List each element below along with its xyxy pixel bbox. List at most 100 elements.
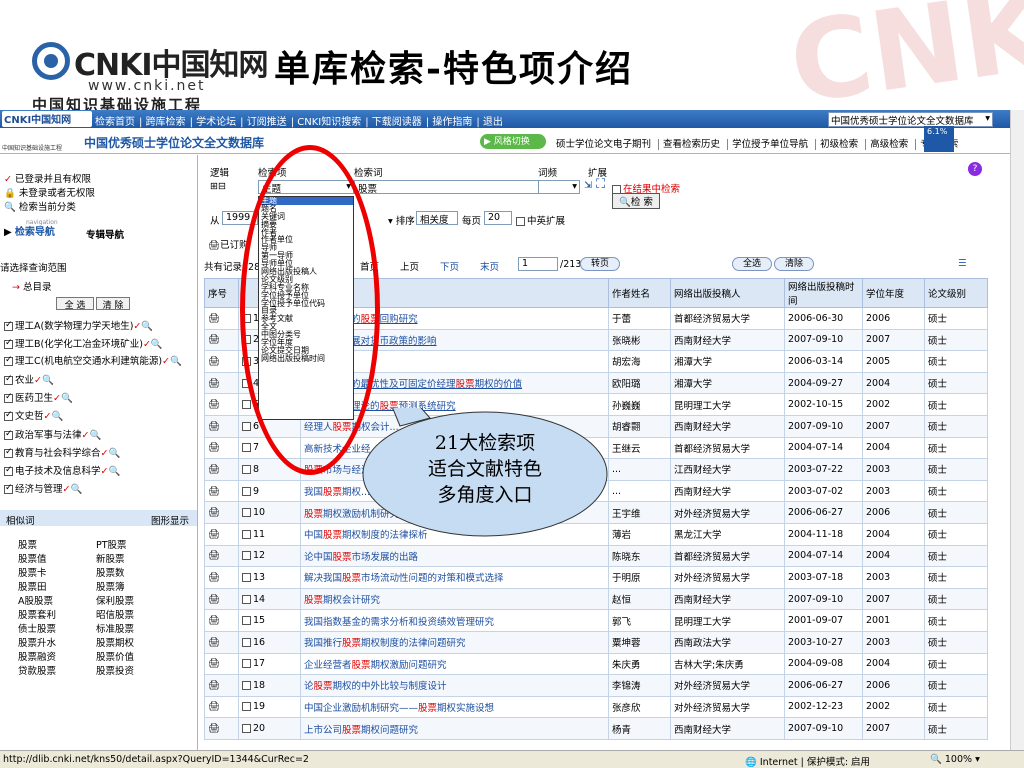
row-index[interactable]: 17 (238, 652, 301, 676)
zoom-level[interactable]: 🔍 100% ▾ (930, 754, 980, 765)
col-header-level[interactable]: 论文级别 (924, 278, 988, 308)
related-word[interactable]: 股票投资 (96, 663, 134, 677)
table-row[interactable]: 🖨 17 企业经营者股票期权激励问题研究 朱庆勇 吉林大学;朱庆勇 2004-09-08 2… (204, 652, 988, 676)
nav-link-forum[interactable]: 学术论坛 (196, 117, 236, 128)
print-icon[interactable]: 🖨 (208, 442, 220, 453)
print-icon[interactable]: 🖨 (208, 507, 220, 518)
related-word[interactable]: 股票套利 (18, 607, 56, 621)
row-checkbox[interactable] (242, 724, 251, 734)
print-icon[interactable]: 🖨 (208, 594, 220, 605)
page-input[interactable]: 1 (518, 257, 558, 271)
expand-icon[interactable]: ⛶ (596, 177, 605, 192)
row-tools[interactable]: 🖨 (204, 414, 239, 438)
category-item[interactable]: 理工A(数学物理力学天地生)✓🔍 (4, 318, 153, 332)
row-checkbox[interactable] (242, 659, 251, 669)
row-checkbox[interactable] (242, 529, 251, 539)
related-word[interactable]: 股票升水 (18, 635, 56, 649)
row-tools[interactable]: 🖨 (204, 436, 239, 460)
link-ejournal[interactable]: 硕士学位论文电子期刊 (552, 139, 655, 150)
row-title[interactable]: 中国企业激励机制研究——股票期权实施设想 (300, 695, 609, 719)
list-view-icon[interactable]: ☰ (958, 258, 967, 269)
row-tools[interactable]: 🖨 (204, 695, 239, 719)
row-title[interactable]: 股票期权会计研究 (300, 587, 609, 611)
row-index[interactable]: 9 (238, 479, 301, 503)
root-catalog[interactable]: → 总目录 (12, 279, 52, 293)
row-checkbox[interactable] (242, 616, 251, 626)
related-word[interactable]: PT股票 (96, 537, 127, 551)
next-page-link[interactable]: 下页 (440, 259, 459, 273)
category-item[interactable]: 医药卫生✓🔍 (4, 390, 73, 404)
table-row[interactable]: 🖨 16 我国推行股票期权制度的法律问题研究 粟坤蓉 西南政法大学 2003-10-27 2… (204, 630, 988, 654)
row-checkbox[interactable] (242, 572, 251, 582)
row-tools[interactable]: 🖨 (204, 566, 239, 589)
print-icon[interactable]: 🖨 (208, 378, 220, 389)
print-icon[interactable]: 🖨 (208, 615, 220, 626)
per-page-select[interactable]: 20 (484, 211, 512, 225)
print-icon[interactable]: 🖨 (208, 550, 220, 561)
row-checkbox[interactable] (242, 443, 251, 453)
category-item[interactable]: 文史哲✓🔍 (4, 408, 63, 422)
row-index[interactable]: 18 (238, 674, 301, 697)
related-word[interactable]: 股票数 (96, 565, 125, 579)
add-remove-row-icons[interactable]: ⊞⊟ (210, 181, 226, 192)
row-index[interactable]: 11 (238, 522, 301, 546)
row-tools[interactable]: 🖨 (204, 371, 239, 395)
category-item[interactable]: 理工B(化学化工冶金环境矿业)✓🔍 (4, 336, 163, 350)
nav-link-guide[interactable]: 操作指南 (432, 117, 472, 128)
table-row[interactable]: 🖨 18 论股票期权的中外比较与制度设计 李锦涛 对外经济贸易大学 2006-06-27 2… (204, 674, 988, 697)
row-index[interactable]: 15 (238, 609, 301, 632)
style-switch-button[interactable]: ▶ 风格切换 (480, 134, 546, 149)
print-icon[interactable]: 🖨 (208, 680, 220, 691)
related-word[interactable]: 股票田 (18, 579, 47, 593)
row-tools[interactable]: 🖨 (204, 544, 239, 568)
row-title[interactable]: 企业经营者股票期权激励问题研究 (300, 652, 609, 676)
row-checkbox[interactable] (242, 508, 251, 518)
row-index[interactable]: 14 (238, 587, 301, 611)
row-title[interactable]: 解决我国股票市场流动性问题的对策和模式选择 (300, 566, 609, 589)
special-nav-tab[interactable]: 专辑导航 (86, 227, 124, 241)
print-icon[interactable]: 🖨 (208, 637, 220, 648)
select-all-button[interactable]: 全 选 (56, 297, 94, 311)
table-row[interactable]: 🖨 20 上市公司股票期权问题研究 杨青 西南财经大学 2007-09-10 2007 硕士 (204, 717, 988, 740)
search-button[interactable]: 🔍检 索 (612, 193, 660, 209)
category-item[interactable]: 农业✓🔍 (4, 372, 54, 386)
row-index[interactable]: 16 (238, 630, 301, 654)
row-tools[interactable]: 🖨 (204, 307, 239, 330)
print-icon[interactable]: 🖨 (208, 658, 220, 669)
col-header-year[interactable]: 学位年度 (862, 278, 925, 308)
print-icon[interactable]: 🖨 (208, 723, 220, 734)
related-word[interactable]: 贷款股票 (18, 663, 56, 677)
nav-link-home[interactable]: 检索首页 (95, 117, 135, 128)
row-tools[interactable]: 🖨 (204, 674, 239, 697)
cn-expand-checkbox[interactable]: 中英扩展 (516, 213, 565, 227)
link-degree-nav[interactable]: 学位授予单位导航 (727, 139, 813, 150)
related-word[interactable]: 股票融资 (18, 649, 56, 663)
row-checkbox[interactable] (242, 551, 251, 561)
link-history[interactable]: 查看检索历史 (658, 139, 725, 150)
row-index[interactable]: 10 (238, 501, 301, 524)
row-index[interactable]: 13 (238, 566, 301, 589)
row-tools[interactable]: 🖨 (204, 328, 239, 352)
nav-link-reader[interactable]: 下载阅读器 (372, 117, 422, 128)
row-tools[interactable]: 🖨 (204, 652, 239, 676)
row-title[interactable]: 上市公司股票期权问题研究 (300, 717, 609, 740)
table-row[interactable]: 🖨 14 股票期权会计研究 赵恒 西南财经大学 2007-09-10 2007 硕士 (204, 587, 988, 611)
table-row[interactable]: 🖨 15 我国指数基金的需求分析和投资绩效管理研究 郭飞 昆明理工大学 2001-09-0… (204, 609, 988, 632)
sort-select[interactable]: 相关度 (416, 211, 458, 225)
print-icon[interactable]: 🖨 (208, 486, 220, 497)
graph-display-link[interactable]: 图形显示 (151, 513, 189, 527)
nav-link-cross-db[interactable]: 跨库检索 (146, 117, 186, 128)
col-header-submit-time[interactable]: 网络出版投稿时间 (784, 278, 863, 308)
word-expand-icon[interactable]: ⇲ (584, 180, 592, 191)
category-item[interactable]: 教育与社会科学综合✓🔍 (4, 445, 120, 459)
print-icon[interactable]: 🖨 (208, 313, 220, 324)
related-word[interactable]: 股票簿 (96, 579, 125, 593)
print-icon[interactable]: 🖨 (208, 529, 220, 540)
related-word[interactable]: 债士股票 (18, 621, 56, 635)
category-item[interactable]: 理工C(机电航空交通水利建筑能源)✓🔍 (4, 353, 182, 367)
related-word[interactable]: 昭信股票 (96, 607, 134, 621)
row-tools[interactable]: 🖨 (204, 393, 239, 416)
related-word[interactable]: 股票卡 (18, 565, 47, 579)
link-advanced-search[interactable]: 高级检索 (865, 139, 913, 150)
prev-page-link[interactable]: 上页 (400, 259, 419, 273)
